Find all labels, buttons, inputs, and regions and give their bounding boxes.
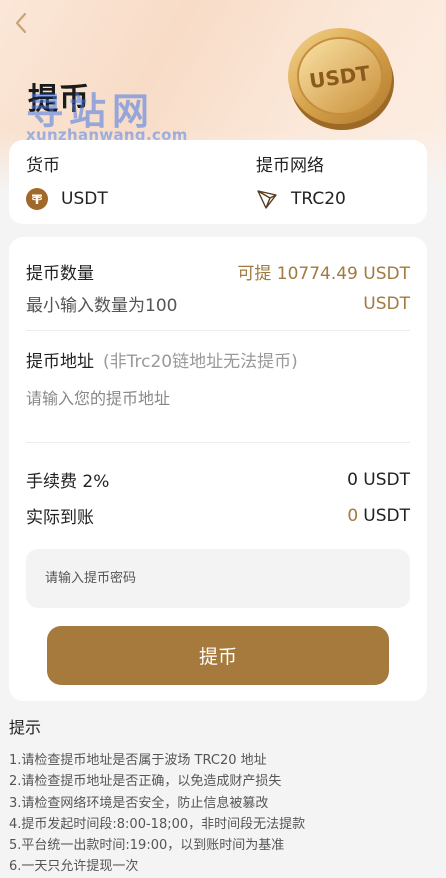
tips-section: 提示 1.请检查提币地址是否属于波场 TRC20 地址 2.请检查提币地址是否正… bbox=[9, 714, 437, 878]
withdraw-submit-button[interactable]: 提币 bbox=[47, 626, 389, 685]
received-label: 实际到账 bbox=[26, 508, 94, 528]
address-label: 提币地址 bbox=[26, 352, 94, 372]
network-card: 货币 USDT 提币网络 TRC20 bbox=[9, 140, 427, 224]
tether-icon bbox=[26, 188, 48, 210]
watermark: 寻站网 xunzhanwang.com bbox=[26, 92, 188, 145]
withdraw-form-card: 提币数量 可提 10774.49 USDT 最小输入数量为100 USDT 提币… bbox=[9, 237, 427, 701]
password-field[interactable] bbox=[26, 549, 410, 608]
amount-label: 提币数量 bbox=[26, 264, 94, 284]
tip-line: 2.请检查提币地址是否正确，以免造成财产损失 bbox=[9, 774, 282, 790]
divider bbox=[26, 442, 410, 443]
tip-line: 6.一天只允许提现一次 bbox=[9, 859, 139, 875]
currency-label: 货币 bbox=[26, 156, 60, 176]
currency-value: USDT bbox=[61, 189, 108, 209]
network-selector[interactable]: TRC20 bbox=[256, 186, 346, 212]
fee-label: 手续费 2% bbox=[26, 472, 110, 492]
currency-section: 货币 USDT bbox=[26, 154, 108, 212]
min-amount-text: 最小输入数量为100 bbox=[26, 296, 178, 316]
chevron-left-icon[interactable] bbox=[10, 10, 34, 36]
tip-line: 3.请检查网络环境是否安全，防止信息被篡改 bbox=[9, 795, 269, 811]
tip-line: 5.平台统一出款时间:19:00，以到账时间为基准 bbox=[9, 838, 285, 854]
password-input[interactable] bbox=[26, 549, 410, 608]
currency-selector[interactable]: USDT bbox=[26, 186, 108, 212]
network-label: 提币网络 bbox=[256, 156, 324, 176]
fee-value: 0 USDT bbox=[347, 469, 410, 490]
available-balance[interactable]: 可提 10774.49 USDT bbox=[237, 259, 410, 284]
min-amount-row: 最小输入数量为100 USDT bbox=[26, 291, 410, 317]
tips-title: 提示 bbox=[9, 718, 42, 737]
amount-row: 提币数量 可提 10774.49 USDT bbox=[26, 259, 410, 284]
network-value: TRC20 bbox=[291, 189, 346, 209]
tip-line: 4.提币发起时间段:8:00-18;00，非时间段无法提款 bbox=[9, 816, 306, 832]
amount-unit: USDT bbox=[363, 293, 410, 314]
received-unit: USDT bbox=[363, 505, 410, 526]
received-amount: 0 bbox=[347, 505, 359, 526]
network-section: 提币网络 TRC20 bbox=[256, 154, 346, 212]
address-label-row: 提币地址 (非Trc20链地址无法提币) bbox=[26, 347, 410, 372]
address-input[interactable] bbox=[26, 383, 410, 413]
usdt-coin-icon: USDT bbox=[288, 28, 394, 130]
received-value: 0 USDT bbox=[347, 506, 410, 526]
tron-icon bbox=[257, 190, 277, 209]
tip-line: 1.请检查提币地址是否属于波场 TRC20 地址 bbox=[9, 753, 267, 768]
address-hint: (非Trc20链地址无法提币) bbox=[103, 352, 298, 372]
fee-row: 手续费 2% 0 USDT bbox=[26, 467, 410, 493]
divider bbox=[26, 330, 410, 331]
received-row: 实际到账 0 USDT bbox=[26, 503, 410, 529]
